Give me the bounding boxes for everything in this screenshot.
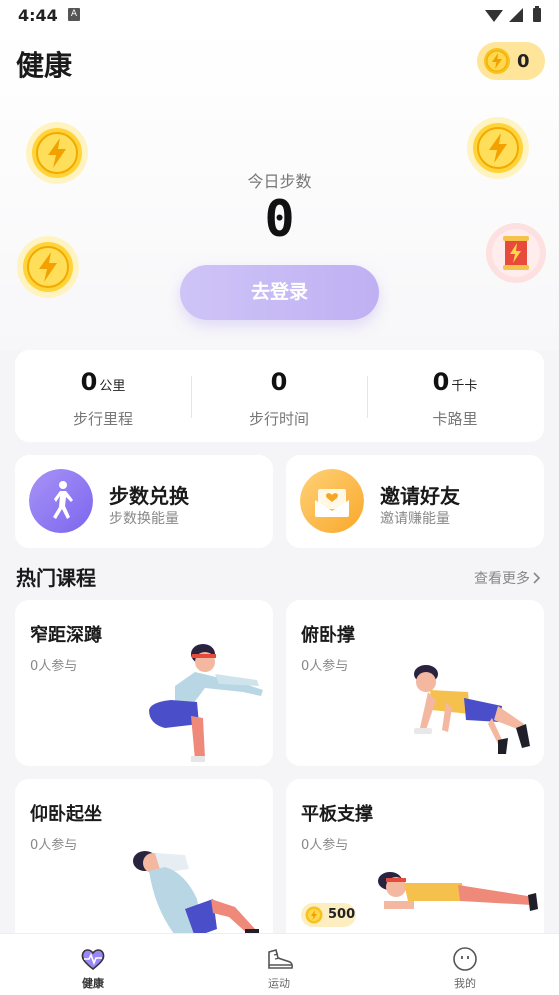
status-time: 4:44 bbox=[18, 6, 58, 25]
tab-sport[interactable]: 运动 bbox=[186, 934, 372, 995]
stat-time: 0 步行时间 bbox=[191, 350, 367, 442]
course-card-plank[interactable]: 平板支撑 0人参与 500 bbox=[286, 779, 544, 945]
stat-time-label: 步行时间 bbox=[248, 410, 309, 428]
course-participants: 0人参与 bbox=[301, 838, 349, 853]
stat-distance: 0 公里 步行里程 bbox=[15, 350, 191, 442]
chevron-right-icon bbox=[533, 572, 541, 584]
tab-health[interactable]: 健康 bbox=[0, 934, 186, 995]
stat-calories-value: 0 bbox=[432, 368, 450, 396]
steps-exchange-subtitle: 步数换能量 bbox=[109, 511, 179, 527]
invite-friends-card[interactable]: 邀请好友 邀请赚能量 bbox=[286, 455, 544, 548]
tab-health-label: 健康 bbox=[82, 977, 104, 990]
tab-mine[interactable]: 我的 bbox=[372, 934, 558, 995]
heart-pulse-icon bbox=[81, 949, 105, 971]
tab-sport-label: 运动 bbox=[268, 977, 290, 990]
course-title: 俯卧撑 bbox=[301, 625, 355, 646]
sit-up-illustration bbox=[133, 851, 259, 937]
login-button[interactable]: 去登录 bbox=[180, 265, 379, 320]
invite-friends-title: 邀请好友 bbox=[380, 484, 460, 508]
invite-friends-subtitle: 邀请赚能量 bbox=[380, 511, 450, 527]
energy-badge[interactable]: 0 bbox=[477, 42, 545, 80]
stat-calories-unit: 千卡 bbox=[451, 379, 478, 394]
course-card-sit-up[interactable]: 仰卧起坐 0人参与 bbox=[15, 779, 273, 945]
stat-calories: 0 千卡 卡路里 bbox=[367, 350, 543, 442]
lightning-coin-icon bbox=[305, 906, 323, 924]
course-card-narrow-squat[interactable]: 窄距深蹲 0人参与 bbox=[15, 600, 273, 766]
stat-distance-label: 步行里程 bbox=[72, 410, 133, 428]
course-participants: 0人参与 bbox=[301, 659, 349, 674]
hot-courses-title: 热门课程 bbox=[16, 566, 96, 590]
smiley-icon bbox=[453, 947, 477, 971]
stat-calories-label: 卡路里 bbox=[432, 410, 478, 428]
reward-value: 500 bbox=[328, 907, 356, 922]
page-title: 健康 bbox=[16, 49, 73, 82]
course-participants: 0人参与 bbox=[30, 659, 78, 674]
steps-exchange-card[interactable]: 步数兑换 步数换能量 bbox=[15, 455, 273, 548]
status-bar: 4:44 A bbox=[0, 0, 559, 30]
today-steps-label: 今日步数 bbox=[247, 172, 312, 191]
view-more-label: 查看更多 bbox=[474, 571, 530, 587]
notification-icon: A bbox=[68, 8, 80, 21]
stats-card: 0 公里 步行里程 0 步行时间 0 千卡 卡路里 bbox=[15, 350, 544, 442]
tab-mine-label: 我的 bbox=[454, 977, 476, 990]
stat-time-value: 0 bbox=[270, 368, 288, 396]
signal-battery-icon bbox=[485, 6, 541, 22]
envelope-heart-icon bbox=[300, 469, 364, 533]
sneaker-icon bbox=[268, 949, 294, 969]
reward-badge: 500 bbox=[301, 903, 356, 927]
course-title: 窄距深蹲 bbox=[30, 625, 102, 646]
status-icons bbox=[483, 6, 545, 28]
course-card-push-up[interactable]: 俯卧撑 0人参与 bbox=[286, 600, 544, 766]
walker-icon bbox=[29, 469, 93, 533]
view-more-link[interactable]: 查看更多 bbox=[474, 568, 542, 588]
course-participants: 0人参与 bbox=[30, 838, 78, 853]
energy-count: 0 bbox=[517, 51, 530, 72]
push-up-illustration bbox=[414, 665, 530, 754]
course-title: 仰卧起坐 bbox=[30, 804, 102, 825]
lightning-coin-icon bbox=[484, 48, 510, 74]
course-title: 平板支撑 bbox=[301, 804, 373, 825]
bottom-tab-bar: 健康 运动 我的 bbox=[0, 933, 559, 995]
squat-illustration bbox=[149, 644, 263, 762]
today-steps-value: 0 bbox=[264, 190, 295, 248]
stat-distance-unit: 公里 bbox=[99, 379, 126, 394]
steps-exchange-title: 步数兑换 bbox=[109, 484, 189, 508]
stat-distance-value: 0 bbox=[80, 368, 98, 396]
